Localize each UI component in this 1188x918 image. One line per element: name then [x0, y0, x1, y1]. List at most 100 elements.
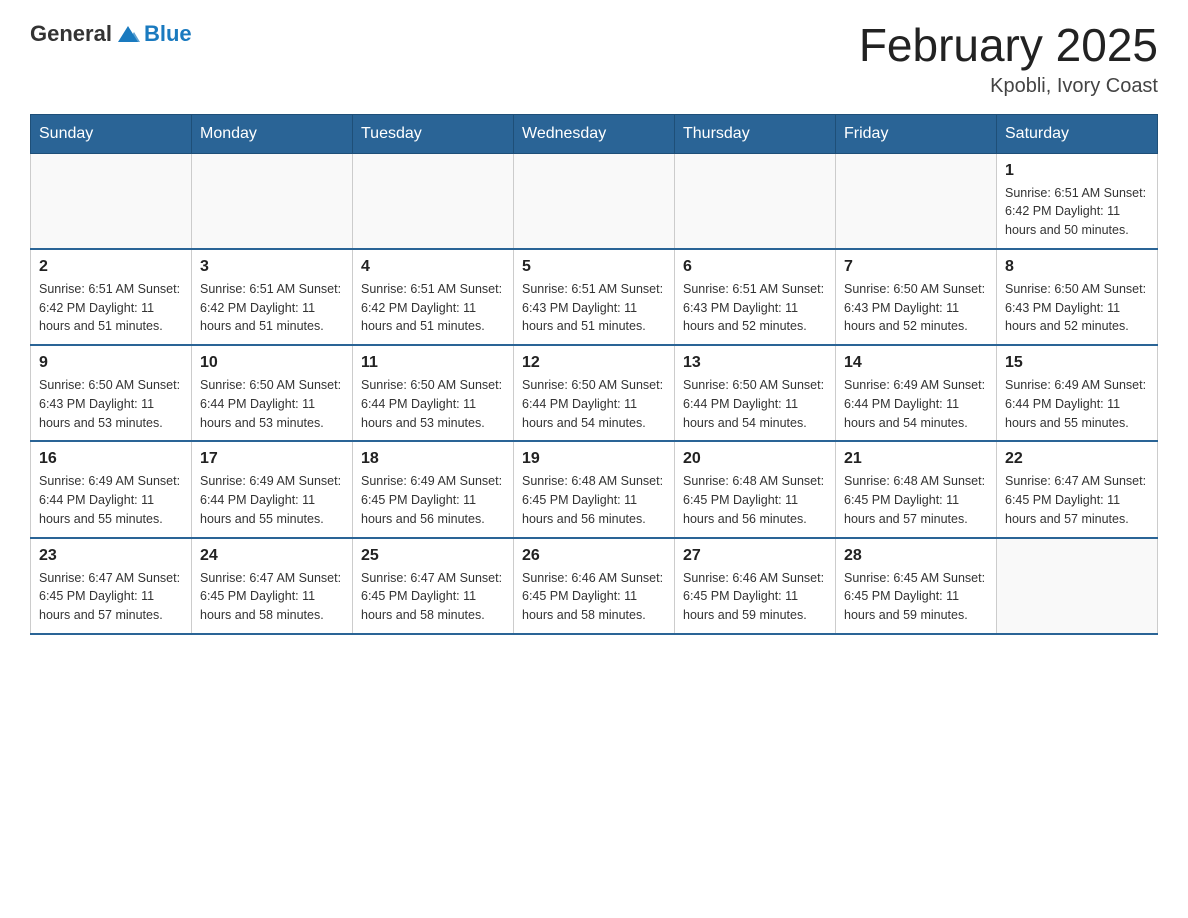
day-number: 4 [361, 258, 505, 276]
calendar-cell [836, 153, 997, 249]
day-info: Sunrise: 6:50 AM Sunset: 6:43 PM Dayligh… [39, 376, 183, 432]
day-info: Sunrise: 6:51 AM Sunset: 6:43 PM Dayligh… [683, 280, 827, 336]
calendar-cell: 10Sunrise: 6:50 AM Sunset: 6:44 PM Dayli… [192, 345, 353, 441]
day-number: 18 [361, 450, 505, 468]
day-info: Sunrise: 6:45 AM Sunset: 6:45 PM Dayligh… [844, 569, 988, 625]
page-header: General Blue February 2025 Kpobli, Ivory… [30, 20, 1158, 98]
day-info: Sunrise: 6:48 AM Sunset: 6:45 PM Dayligh… [522, 472, 666, 528]
calendar-cell: 8 Sunrise: 6:50 AM Sunset: 6:43 PM Daylig… [997, 249, 1158, 345]
day-info: Sunrise: 6:50 AM Sunset: 6:44 PM Dayligh… [361, 376, 505, 432]
calendar-cell [997, 538, 1158, 634]
col-header-sunday: Sunday [31, 114, 192, 153]
day-info: Sunrise: 6:51 AM Sunset: 6:42 PM Dayligh… [1005, 184, 1149, 240]
day-info: Sunrise: 6:51 AM Sunset: 6:42 PM Dayligh… [200, 280, 344, 336]
day-info: Sunrise: 6:50 AM Sunset: 6:43 PM Dayligh… [1005, 280, 1149, 336]
day-info: Sunrise: 6:50 AM Sunset: 6:44 PM Dayligh… [200, 376, 344, 432]
day-number: 1 [1005, 162, 1149, 180]
calendar-table: SundayMondayTuesdayWednesdayThursdayFrid… [30, 114, 1158, 635]
day-number: 14 [844, 354, 988, 372]
day-number: 2 [39, 258, 183, 276]
calendar-cell: 17 Sunrise: 6:49 AM Sunset: 6:44 PM Dayli… [192, 441, 353, 537]
calendar-cell: 7 Sunrise: 6:50 AM Sunset: 6:43 PM Daylig… [836, 249, 997, 345]
day-number: 21 [844, 450, 988, 468]
calendar-cell [514, 153, 675, 249]
day-number: 13 [683, 354, 827, 372]
day-info: Sunrise: 6:49 AM Sunset: 6:44 PM Dayligh… [200, 472, 344, 528]
calendar-cell: 23 Sunrise: 6:47 AM Sunset: 6:45 PM Dayli… [31, 538, 192, 634]
calendar-cell: 2 Sunrise: 6:51 AM Sunset: 6:42 PM Daylig… [31, 249, 192, 345]
day-info: Sunrise: 6:49 AM Sunset: 6:44 PM Dayligh… [844, 376, 988, 432]
calendar-cell: 24 Sunrise: 6:47 AM Sunset: 6:45 PM Dayli… [192, 538, 353, 634]
calendar-cell: 6 Sunrise: 6:51 AM Sunset: 6:43 PM Daylig… [675, 249, 836, 345]
day-info: Sunrise: 6:51 AM Sunset: 6:42 PM Dayligh… [39, 280, 183, 336]
calendar-cell: 4 Sunrise: 6:51 AM Sunset: 6:42 PM Daylig… [353, 249, 514, 345]
calendar-cell: 12Sunrise: 6:50 AM Sunset: 6:44 PM Dayli… [514, 345, 675, 441]
day-number: 6 [683, 258, 827, 276]
day-number: 16 [39, 450, 183, 468]
calendar-cell: 25 Sunrise: 6:47 AM Sunset: 6:45 PM Dayli… [353, 538, 514, 634]
day-info: Sunrise: 6:49 AM Sunset: 6:45 PM Dayligh… [361, 472, 505, 528]
day-number: 19 [522, 450, 666, 468]
day-number: 23 [39, 547, 183, 565]
logo-icon [114, 20, 142, 48]
calendar-cell: 27Sunrise: 6:46 AM Sunset: 6:45 PM Dayli… [675, 538, 836, 634]
calendar-cell: 26 Sunrise: 6:46 AM Sunset: 6:45 PM Dayli… [514, 538, 675, 634]
day-number: 15 [1005, 354, 1149, 372]
col-header-tuesday: Tuesday [353, 114, 514, 153]
logo-general: General [30, 21, 112, 47]
calendar-cell: 3 Sunrise: 6:51 AM Sunset: 6:42 PM Daylig… [192, 249, 353, 345]
day-info: Sunrise: 6:51 AM Sunset: 6:43 PM Dayligh… [522, 280, 666, 336]
logo: General Blue [30, 20, 192, 48]
day-info: Sunrise: 6:47 AM Sunset: 6:45 PM Dayligh… [200, 569, 344, 625]
day-info: Sunrise: 6:46 AM Sunset: 6:45 PM Dayligh… [522, 569, 666, 625]
calendar-cell: 21 Sunrise: 6:48 AM Sunset: 6:45 PM Dayli… [836, 441, 997, 537]
day-number: 3 [200, 258, 344, 276]
calendar-cell: 11 Sunrise: 6:50 AM Sunset: 6:44 PM Dayli… [353, 345, 514, 441]
day-number: 20 [683, 450, 827, 468]
day-number: 28 [844, 547, 988, 565]
calendar-cell: 20 Sunrise: 6:48 AM Sunset: 6:45 PM Dayli… [675, 441, 836, 537]
day-info: Sunrise: 6:50 AM Sunset: 6:44 PM Dayligh… [683, 376, 827, 432]
col-header-monday: Monday [192, 114, 353, 153]
day-info: Sunrise: 6:50 AM Sunset: 6:43 PM Dayligh… [844, 280, 988, 336]
day-info: Sunrise: 6:48 AM Sunset: 6:45 PM Dayligh… [683, 472, 827, 528]
calendar-cell: 22 Sunrise: 6:47 AM Sunset: 6:45 PM Dayli… [997, 441, 1158, 537]
day-number: 11 [361, 354, 505, 372]
col-header-thursday: Thursday [675, 114, 836, 153]
calendar-cell [353, 153, 514, 249]
day-number: 27 [683, 547, 827, 565]
calendar-cell: 18 Sunrise: 6:49 AM Sunset: 6:45 PM Dayli… [353, 441, 514, 537]
calendar-cell: 28 Sunrise: 6:45 AM Sunset: 6:45 PM Dayli… [836, 538, 997, 634]
col-header-saturday: Saturday [997, 114, 1158, 153]
day-number: 22 [1005, 450, 1149, 468]
day-info: Sunrise: 6:51 AM Sunset: 6:42 PM Dayligh… [361, 280, 505, 336]
calendar-cell: 9 Sunrise: 6:50 AM Sunset: 6:43 PM Daylig… [31, 345, 192, 441]
calendar-week-row: 2 Sunrise: 6:51 AM Sunset: 6:42 PM Daylig… [31, 249, 1158, 345]
day-info: Sunrise: 6:50 AM Sunset: 6:44 PM Dayligh… [522, 376, 666, 432]
day-info: Sunrise: 6:47 AM Sunset: 6:45 PM Dayligh… [1005, 472, 1149, 528]
day-number: 7 [844, 258, 988, 276]
calendar-cell [675, 153, 836, 249]
calendar-cell: 14 Sunrise: 6:49 AM Sunset: 6:44 PM Dayli… [836, 345, 997, 441]
day-info: Sunrise: 6:47 AM Sunset: 6:45 PM Dayligh… [39, 569, 183, 625]
day-info: Sunrise: 6:47 AM Sunset: 6:45 PM Dayligh… [361, 569, 505, 625]
day-info: Sunrise: 6:48 AM Sunset: 6:45 PM Dayligh… [844, 472, 988, 528]
day-number: 26 [522, 547, 666, 565]
day-info: Sunrise: 6:49 AM Sunset: 6:44 PM Dayligh… [39, 472, 183, 528]
day-number: 17 [200, 450, 344, 468]
calendar-week-row: 9 Sunrise: 6:50 AM Sunset: 6:43 PM Daylig… [31, 345, 1158, 441]
day-number: 25 [361, 547, 505, 565]
calendar-title: February 2025 [859, 20, 1158, 71]
title-block: February 2025 Kpobli, Ivory Coast [859, 20, 1158, 98]
day-number: 8 [1005, 258, 1149, 276]
calendar-cell: 5Sunrise: 6:51 AM Sunset: 6:43 PM Daylig… [514, 249, 675, 345]
calendar-cell [31, 153, 192, 249]
calendar-subtitle: Kpobli, Ivory Coast [859, 75, 1158, 98]
calendar-week-row: 1 Sunrise: 6:51 AM Sunset: 6:42 PM Daylig… [31, 153, 1158, 249]
logo-blue: Blue [144, 21, 192, 47]
day-number: 9 [39, 354, 183, 372]
calendar-header-row: SundayMondayTuesdayWednesdayThursdayFrid… [31, 114, 1158, 153]
calendar-week-row: 23 Sunrise: 6:47 AM Sunset: 6:45 PM Dayli… [31, 538, 1158, 634]
calendar-week-row: 16 Sunrise: 6:49 AM Sunset: 6:44 PM Dayli… [31, 441, 1158, 537]
day-number: 24 [200, 547, 344, 565]
